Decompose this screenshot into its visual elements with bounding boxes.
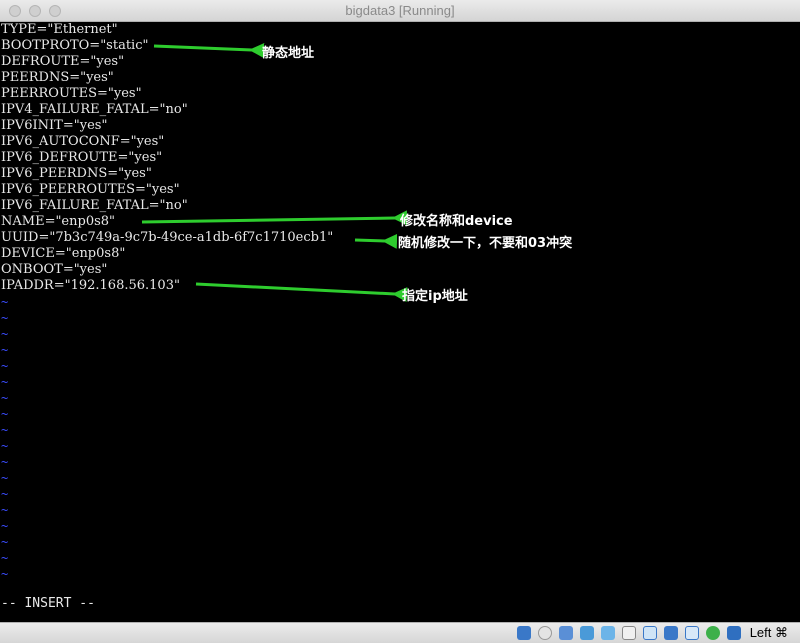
- audio-icon[interactable]: [538, 626, 552, 640]
- annotation-uuid: 随机修改一下，不要和03冲突: [398, 236, 573, 251]
- usb-icon[interactable]: [559, 626, 573, 640]
- annotation-name-device: 修改名称和device: [400, 214, 513, 229]
- mouse-integration-icon[interactable]: [706, 626, 720, 640]
- download-icon[interactable]: [727, 626, 741, 640]
- title-bar: bigdata3 [Running]: [0, 0, 800, 22]
- virtualization-icon[interactable]: [685, 626, 699, 640]
- window-title: bigdata3 [Running]: [345, 3, 455, 18]
- annotation-arrows: [141, 42, 408, 303]
- annotation-static: 静态地址: [262, 46, 315, 61]
- display-icon[interactable]: [622, 626, 636, 640]
- recording-icon[interactable]: [664, 626, 678, 640]
- arrow-static: [153, 42, 265, 58]
- annotation-ipaddr: 指定ip地址: [402, 289, 468, 304]
- arrow-ipaddr: [195, 282, 408, 303]
- network-icon[interactable]: [580, 626, 594, 640]
- optical-disk-icon[interactable]: [517, 626, 531, 640]
- host-key-label: Left ⌘: [749, 625, 788, 640]
- screen-capture-icon[interactable]: [643, 626, 657, 640]
- arrow-uuid: [354, 233, 398, 249]
- vm-console[interactable]: TYPE="Ethernet" BOOTPROTO="static" DEFROUT…: [0, 22, 800, 622]
- shared-folder-icon[interactable]: [601, 626, 615, 640]
- vm-status-bar: Left ⌘: [0, 622, 800, 643]
- arrow-name-device: [141, 210, 408, 226]
